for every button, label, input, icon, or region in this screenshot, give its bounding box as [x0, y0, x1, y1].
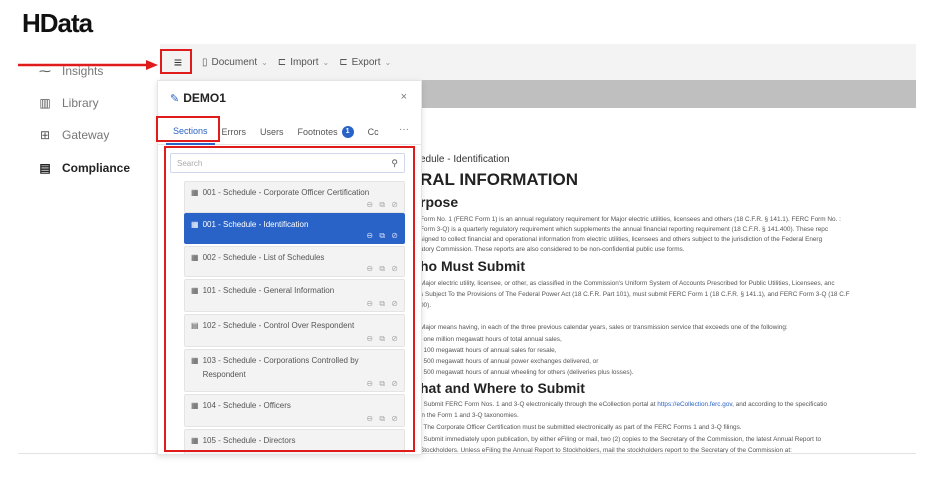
nav-item-library[interactable]: ▥ Library [38, 96, 99, 110]
chevron-down-icon: ⌄ [384, 57, 392, 67]
list-line: . one million megawatt hours of total an… [420, 336, 562, 343]
purpose-heading: rpose [420, 194, 459, 210]
nav-label: Compliance [62, 161, 131, 175]
export-icon: ⊏ [339, 56, 348, 68]
annotation-arrow-icon [18, 60, 158, 70]
tab-label: Cc [367, 126, 379, 137]
import-icon: ⊏ [277, 56, 287, 68]
tab-cc[interactable]: Cc [361, 119, 386, 145]
list-line: . 500 megawatt hours of annual wheeling … [420, 369, 634, 376]
tab-label: Errors [221, 126, 247, 137]
paragraph-text: , and according to the specificatio [732, 401, 827, 408]
footnotes-count-badge: 1 [341, 125, 354, 138]
tab-users[interactable]: Users [253, 119, 291, 145]
nav-item-gateway[interactable]: ⊞ Gateway [38, 128, 109, 142]
list-line: . 500 megawatt hours of annual power exc… [420, 358, 599, 365]
hdata-logo: HData [22, 8, 93, 38]
import-menu[interactable]: ⊏ Import ⌄ [278, 57, 329, 68]
paragraph-line: . The Corporate Officer Certification mu… [420, 424, 742, 431]
edit-pencil-icon[interactable]: ✎ [170, 92, 179, 105]
paragraph-line: Major means having, in each of the three… [420, 324, 788, 331]
nav-label: Library [62, 96, 99, 110]
library-icon: ▥ [39, 96, 51, 110]
tab-label: Footnotes [297, 126, 338, 137]
paragraph-line: . Submit immediately upon publication, b… [420, 436, 822, 443]
document-menu-label: Document [211, 56, 258, 68]
chevron-down-icon: ⌄ [261, 57, 268, 67]
compliance-icon: ▤ [39, 161, 51, 175]
annotation-box-sections-tab [156, 116, 220, 142]
export-menu-label: Export [351, 56, 381, 68]
schedule-title: edule - Identification [420, 154, 510, 165]
paragraph-line: atory Commission. These reports are also… [420, 246, 685, 253]
paragraph-line: signed to collect financial and operatio… [420, 236, 823, 243]
export-menu[interactable]: ⊏ Export ⌄ [339, 57, 391, 68]
paragraph-text: . Submit FERC Form Nos. 1 and 3-Q electr… [420, 401, 658, 408]
paragraph-line: s Subject To the Provisions of The Feder… [420, 291, 850, 298]
import-menu-label: Import [290, 56, 319, 68]
divider [18, 453, 916, 454]
nav-item-compliance[interactable]: ▤ Compliance [38, 161, 130, 175]
document-content: edule - Identification RAL INFORMATION r… [420, 110, 916, 455]
more-tabs-icon[interactable]: ··· [399, 124, 409, 135]
what-and-where-heading: hat and Where to Submit [420, 380, 585, 396]
document-icon: ▯ [202, 56, 208, 68]
tab-footnotes[interactable]: Footnotes 1 [291, 119, 361, 145]
panel-header: ✎ DEMO1 [158, 81, 421, 115]
tab-label: Users [260, 126, 284, 137]
who-must-submit-heading: ho Must Submit [420, 258, 525, 274]
tab-errors[interactable]: Errors [215, 119, 254, 145]
panel-title: DEMO1 [183, 91, 226, 105]
gateway-icon: ⊞ [39, 128, 51, 142]
document-menu[interactable]: ▯ Document ⌄ [202, 57, 268, 68]
paragraph-line: Form 3-Q) is a quarterly regulatory requ… [420, 226, 829, 233]
list-line: . 100 megawatt hours of annual sales for… [420, 347, 557, 354]
annotation-box-section-list [164, 146, 415, 452]
paragraph-line: Major electric utility, licensee, or oth… [420, 280, 835, 287]
close-icon[interactable]: × [401, 91, 407, 103]
annotation-box-menu [160, 49, 192, 74]
paragraph-line: . Submit FERC Form Nos. 1 and 3-Q electr… [420, 401, 827, 408]
document-toolbar: ≡ ▯ Document ⌄ ⊏ Import ⌄ ⊏ Export ⌄ [160, 44, 916, 80]
sidebar-nav: ⁓ Insights ▥ Library ⊞ Gateway ▤ Complia… [0, 44, 160, 464]
chevron-down-icon: ⌄ [322, 57, 330, 67]
ecollection-link[interactable]: https://eCollection.ferc.gov [657, 401, 732, 408]
document-header-band [420, 80, 916, 108]
paragraph-line: in the Form 1 and 3-Q taxonomies. [420, 412, 519, 419]
paragraph-line: Form No. 1 (FERC Form 1) is an annual re… [420, 216, 841, 223]
general-information-heading: RAL INFORMATION [420, 170, 579, 189]
nav-label: Gateway [62, 128, 110, 142]
